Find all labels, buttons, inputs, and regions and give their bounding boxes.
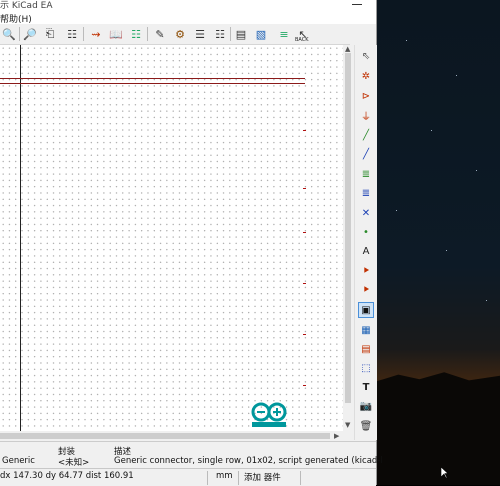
vertical-scroll-thumb[interactable] [345, 53, 351, 403]
add-text-icon[interactable]: T [358, 379, 374, 395]
minimize-button[interactable] [352, 4, 362, 5]
pcb-editor-icon[interactable]: ▧ [253, 26, 269, 42]
description-value: Generic connector, single row, 01x02, sc… [114, 456, 383, 466]
add-graphic-line-icon[interactable]: ⬚ [358, 360, 374, 376]
add-wire-icon[interactable]: ╱ [358, 127, 374, 143]
pin-marker [303, 188, 306, 189]
pin-marker [303, 130, 306, 131]
message-panel: Generic 封装 <未知> 描述 Generic connector, si… [0, 441, 383, 469]
select-arrow-icon[interactable]: ⇖ [358, 48, 374, 64]
add-junction-icon[interactable]: • [358, 224, 374, 240]
window-title: 示 KiCad EA [0, 1, 53, 11]
top-toolbar: 🔍 🔎 ⎗ ☷ ⇝ 📖 ☷ ✎ ⚙ ☰ ☷ ▤ ▧ ≡ ↖ BACK [0, 24, 350, 45]
cursor-crosshair-line [20, 45, 21, 431]
mode-readout: 添加 器件 [244, 473, 281, 483]
wire-to-bus-entry-icon[interactable]: ≣ [358, 166, 374, 182]
wire-bus[interactable] [0, 78, 305, 84]
pin-marker [303, 334, 306, 335]
erc-icon[interactable]: ✎ [152, 26, 168, 42]
zoom-selection-icon[interactable]: 🔎 [22, 26, 38, 42]
units-readout: mm [216, 471, 233, 481]
footprint-assign-icon[interactable]: ⚙ [172, 26, 188, 42]
back-button[interactable]: ↖ BACK [294, 26, 312, 44]
status-bar: dx 147.30 dy 64.77 dist 160.91 mm 添加 器件 [0, 468, 376, 486]
symbol-editor-icon[interactable]: ⇝ [88, 26, 104, 42]
hierarchy-icon[interactable]: ☷ [64, 26, 80, 42]
bus-to-bus-entry-icon[interactable]: ≣ [358, 185, 374, 201]
vertical-scrollbar[interactable]: ▲ ▼ [343, 45, 353, 431]
delete-icon[interactable]: 🗑 [358, 418, 374, 434]
schematic-canvas[interactable] [0, 45, 343, 431]
mouse-pointer-icon [441, 467, 449, 479]
kicad-schematic-window: 示 KiCad EA 帮助(H) 🔍 🔎 ⎗ ☷ ⇝ 📖 ☷ ✎ ⚙ ☰ ☷ ▤… [0, 0, 383, 486]
bom-icon[interactable]: ☷ [212, 26, 228, 42]
menu-bar: 帮助(H) [0, 12, 376, 25]
add-hier-label-icon[interactable]: ⯈ [358, 282, 374, 298]
pin-marker [303, 232, 306, 233]
right-drawing-toolbar: ⇖ ✲ ⊳ ⏚ ╱ ╱ ≣ ≣ ✕ • A ⯈ ⯈ ▣ ▦ ▤ ⬚ T 📷 🗑 [354, 45, 377, 440]
annotate-icon[interactable]: ☷ [128, 26, 144, 42]
add-sheet-pin-icon[interactable]: ▤ [358, 341, 374, 357]
no-connect-icon[interactable]: ✕ [358, 205, 374, 221]
symbol-value: Generic [2, 456, 35, 466]
zoom-fit-icon[interactable]: 🔍 [1, 26, 17, 42]
symbol-browser-icon[interactable]: 📖 [108, 26, 124, 42]
netlist-icon[interactable]: ☰ [192, 26, 208, 42]
add-symbol-icon[interactable]: ⊳ [358, 88, 374, 104]
desktop-background [376, 0, 500, 485]
add-bus-icon[interactable]: ╱ [358, 146, 374, 162]
highlight-net-icon[interactable]: ✲ [358, 68, 374, 84]
add-label-icon[interactable]: A [358, 243, 374, 259]
add-power-icon[interactable]: ⏚ [358, 107, 374, 123]
sheet-navigate-icon[interactable]: ⎗ [42, 26, 58, 42]
scripting-icon[interactable]: ≡ [276, 26, 292, 42]
horizontal-scrollbar[interactable]: ▶ [0, 431, 343, 441]
title-bar: 示 KiCad EA [0, 0, 376, 12]
pin-marker [303, 283, 306, 284]
import-sheet-pin-icon[interactable]: ▦ [358, 322, 374, 338]
footprint-value: <未知> [58, 458, 90, 468]
add-global-label-icon[interactable]: ⯈ [358, 263, 374, 279]
fields-editor-icon[interactable]: ▤ [233, 26, 249, 42]
delta-readout: dx 147.30 dy 64.77 dist 160.91 [0, 471, 134, 481]
add-sheet-icon[interactable]: ▣ [358, 302, 374, 318]
pin-marker [303, 385, 306, 386]
horizontal-scroll-thumb[interactable] [0, 433, 330, 439]
add-image-icon[interactable]: 📷 [358, 398, 374, 414]
arduino-logo-icon [251, 402, 287, 427]
